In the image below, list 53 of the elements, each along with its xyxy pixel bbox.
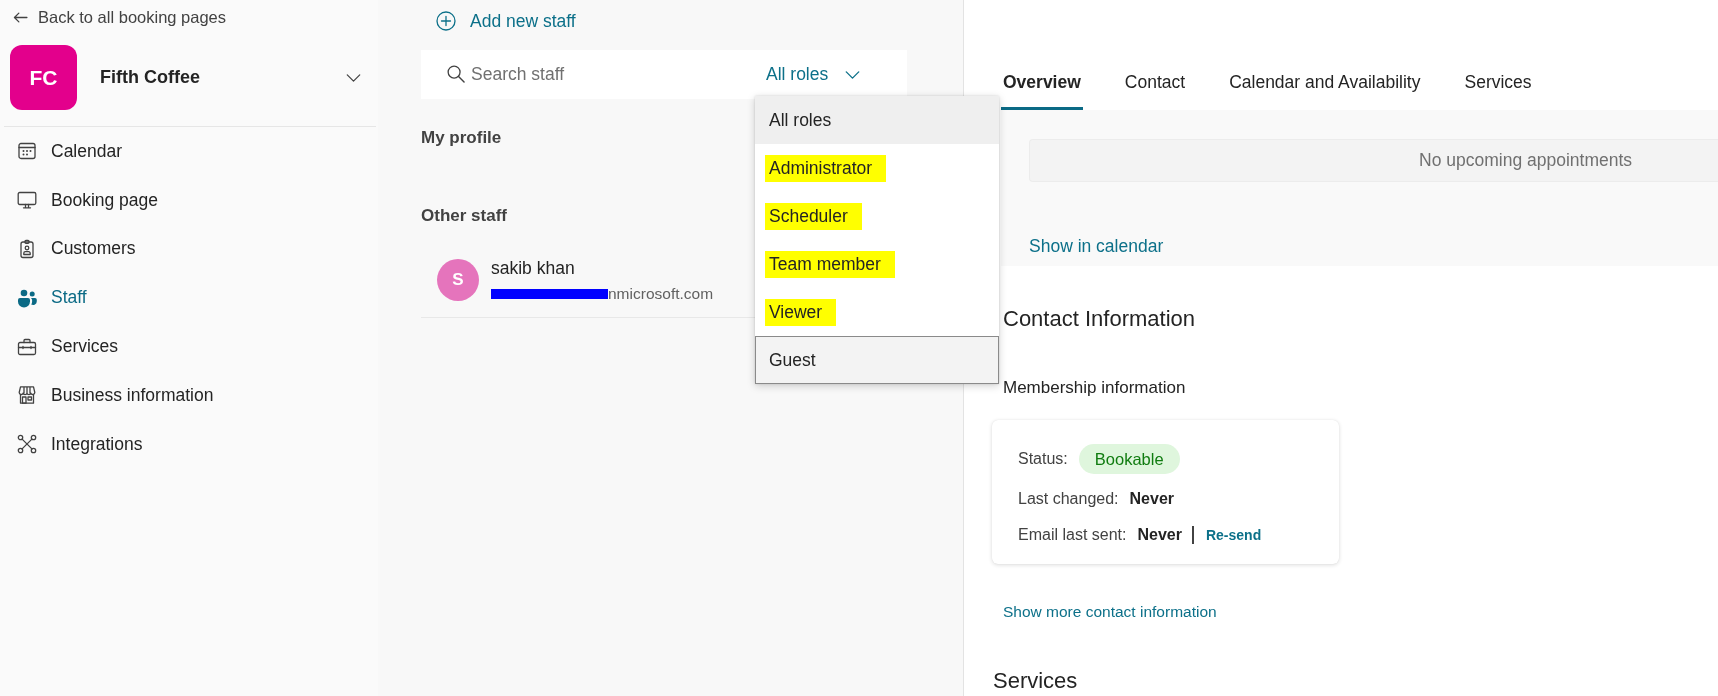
subsection-heading: Membership information: [1003, 377, 1186, 399]
business-logo: FC: [10, 45, 77, 110]
add-staff-button[interactable]: Add new staff: [436, 8, 576, 34]
menu-item[interactable]: All roles: [755, 96, 999, 144]
menu-item[interactable]: Administrator: [755, 144, 999, 192]
menu-item[interactable]: Scheduler: [755, 192, 999, 240]
staff-name: sakib khan: [491, 257, 575, 279]
search-icon: [447, 65, 465, 83]
nodes-icon: [17, 434, 37, 455]
plus-circle-icon: [436, 11, 456, 31]
tab[interactable]: Services: [1462, 64, 1534, 110]
nav-item[interactable]: Services: [0, 322, 129, 371]
avatar: S: [437, 259, 479, 301]
chevron-down-icon: [845, 70, 861, 79]
section-heading: My profile: [421, 127, 502, 149]
search-field[interactable]: Search staff: [421, 50, 739, 99]
storefront-icon: [17, 385, 37, 406]
arrow-left-icon: [13, 11, 28, 23]
field-label: Email last sent:: [1018, 526, 1127, 544]
people-icon: [17, 287, 37, 308]
field-value: Never: [1137, 526, 1182, 544]
briefcase-icon: [17, 336, 37, 357]
show-more-link[interactable]: Show more contact information: [1003, 601, 1217, 623]
section-heading: Contact Information: [1003, 305, 1195, 333]
resend-link[interactable]: Re-send: [1205, 527, 1262, 543]
status-badge: Bookable: [1078, 444, 1180, 474]
nav-item[interactable]: Staff: [0, 273, 97, 323]
field-value: Never: [1129, 490, 1174, 508]
menu-item[interactable]: Guest: [755, 336, 999, 384]
nav-item[interactable]: Business information: [0, 371, 224, 420]
tab[interactable]: Contact: [1122, 64, 1188, 110]
nav-item[interactable]: Calendar: [0, 127, 133, 176]
nav-item[interactable]: Integrations: [0, 419, 153, 469]
chevron-down-icon[interactable]: [346, 73, 361, 82]
appointments-message: No upcoming appointments: [1029, 139, 1718, 182]
staff-list-item[interactable]: S sakib khan nmicrosoft.com: [421, 228, 755, 318]
staff-email: nmicrosoft.com: [608, 285, 714, 303]
nav-item[interactable]: Booking page: [0, 175, 169, 225]
section-heading: Other staff: [421, 205, 507, 227]
back-link[interactable]: Back to all booking pages: [13, 5, 227, 29]
menu-item[interactable]: Team member: [755, 240, 999, 288]
calendar-icon: [17, 141, 37, 162]
monitor-icon: [17, 190, 37, 211]
show-in-calendar-link[interactable]: Show in calendar: [1029, 235, 1164, 257]
menu-item[interactable]: Viewer: [755, 288, 999, 336]
tab[interactable]: Calendar and Availability: [1227, 64, 1423, 110]
role-filter-dropdown[interactable]: All roles: [739, 50, 907, 99]
section-heading: Services: [993, 668, 1078, 694]
field-label: Status:: [1018, 450, 1068, 468]
id-badge-icon: [17, 239, 37, 259]
business-name: Fifth Coffee: [100, 67, 201, 88]
nav-item[interactable]: Customers: [0, 224, 146, 274]
field-label: Last changed:: [1018, 490, 1119, 508]
